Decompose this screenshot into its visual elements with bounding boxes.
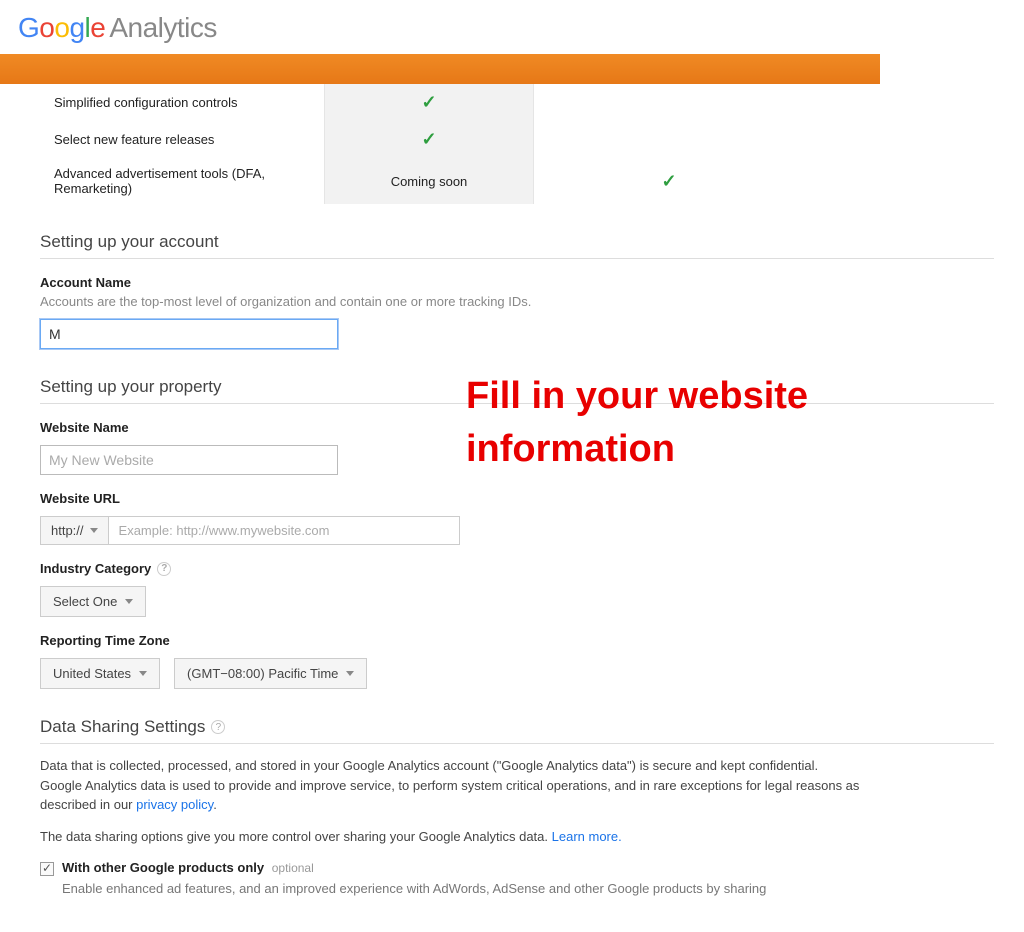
account-setup-section: Setting up your account Account Name Acc…	[40, 232, 994, 349]
check-icon: ✓	[421, 92, 436, 113]
feature-row-col3: ✓	[534, 158, 804, 204]
feature-row-col3	[534, 121, 804, 158]
chevron-down-icon	[90, 528, 98, 533]
feature-row-col2: ✓	[324, 121, 534, 158]
chevron-down-icon	[139, 671, 147, 676]
url-scheme-dropdown[interactable]: http://	[40, 516, 109, 545]
help-icon[interactable]: ?	[211, 720, 225, 734]
feature-row-col3	[534, 84, 804, 121]
account-name-help: Accounts are the top-most level of organ…	[40, 294, 994, 309]
data-sharing-section: Data Sharing Settings ? Data that is col…	[40, 717, 994, 899]
data-sharing-description-2: The data sharing options give you more c…	[40, 827, 860, 847]
check-icon: ✓	[661, 171, 676, 192]
share-with-google-products-checkbox[interactable]	[40, 862, 54, 876]
data-sharing-description: Data that is collected, processed, and s…	[40, 756, 860, 815]
section-title: Setting up your account	[40, 232, 994, 259]
privacy-policy-link[interactable]: privacy policy	[136, 797, 213, 812]
website-url-label: Website URL	[40, 491, 994, 506]
app-header: GoogleAnalytics	[0, 0, 1024, 54]
website-url-input[interactable]	[109, 516, 460, 545]
feature-row-label: Simplified configuration controls	[44, 84, 324, 121]
timezone-value-dropdown[interactable]: (GMT−08:00) Pacific Time	[174, 658, 367, 689]
share-with-google-products-option: With other Google products only optional…	[40, 860, 994, 899]
checkbox-description: Enable enhanced ad features, and an impr…	[62, 879, 766, 899]
website-url-group: http://	[40, 516, 460, 545]
checkbox-label: With other Google products only	[62, 860, 264, 875]
google-analytics-logo: GoogleAnalytics	[18, 12, 1006, 44]
tutorial-annotation: Fill in your website information	[466, 370, 886, 476]
feature-row-label: Select new feature releases	[44, 121, 324, 158]
feature-comparison-table: Simplified configuration controls ✓ Sele…	[44, 84, 994, 204]
industry-category-dropdown[interactable]: Select One	[40, 586, 146, 617]
section-title: Data Sharing Settings ?	[40, 717, 994, 744]
account-name-label: Account Name	[40, 275, 994, 290]
reporting-timezone-label: Reporting Time Zone	[40, 633, 994, 648]
feature-row-col2: ✓	[324, 84, 534, 121]
orange-divider-bar	[0, 54, 880, 84]
feature-row-label: Advanced advertisement tools (DFA, Remar…	[44, 158, 324, 204]
industry-category-label: Industry Category ?	[40, 561, 994, 576]
chevron-down-icon	[346, 671, 354, 676]
learn-more-link[interactable]: Learn more.	[552, 829, 622, 844]
account-name-input[interactable]	[40, 319, 338, 349]
timezone-country-dropdown[interactable]: United States	[40, 658, 160, 689]
website-name-input[interactable]	[40, 445, 338, 475]
feature-row-col2: Coming soon	[324, 158, 534, 204]
help-icon[interactable]: ?	[157, 562, 171, 576]
optional-tag: optional	[272, 861, 314, 875]
chevron-down-icon	[125, 599, 133, 604]
check-icon: ✓	[421, 129, 436, 150]
